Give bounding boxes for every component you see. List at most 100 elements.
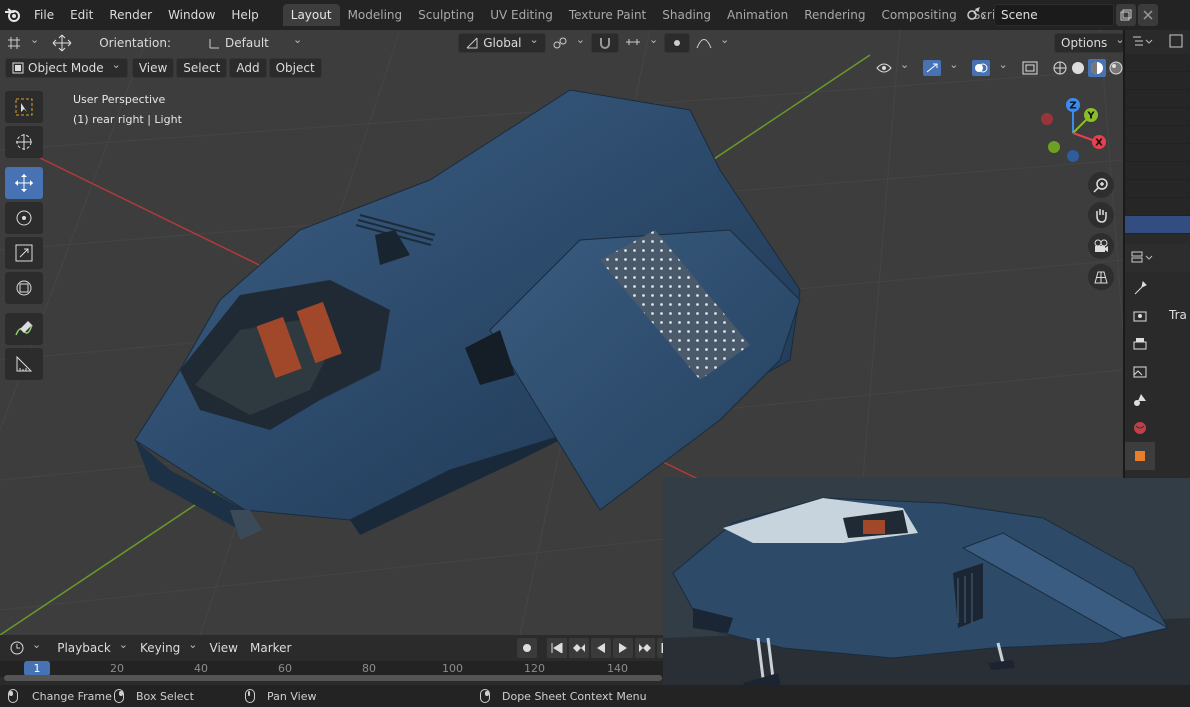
list-item[interactable] <box>1125 72 1190 90</box>
scale-tool-icon[interactable] <box>5 237 43 269</box>
tab-animation[interactable]: Animation <box>719 4 796 26</box>
properties-type-icon[interactable] <box>1131 250 1153 267</box>
pan-hand-icon[interactable] <box>1088 202 1114 228</box>
menu-marker[interactable]: Marker <box>244 638 297 658</box>
falloff-curve-icon[interactable] <box>690 33 735 53</box>
close-scene-icon[interactable] <box>1138 4 1158 26</box>
tool-settings-icon[interactable] <box>1125 274 1155 302</box>
options-dropdown[interactable]: Options <box>1054 33 1123 53</box>
menu-edit[interactable]: Edit <box>62 0 101 30</box>
scene-name-field[interactable]: Scene <box>994 4 1114 26</box>
gizmo-y-label[interactable]: Y <box>1086 111 1095 122</box>
new-scene-icon[interactable] <box>1116 4 1136 26</box>
list-item[interactable] <box>1125 198 1190 216</box>
wireframe-shading-icon[interactable] <box>1052 60 1068 76</box>
outliner-header <box>1125 30 1190 54</box>
gizmo-toggle-icon[interactable] <box>917 58 964 78</box>
outliner-type-icon[interactable] <box>1131 34 1153 51</box>
annotate-tool-icon[interactable] <box>5 313 43 345</box>
list-item[interactable] <box>1125 126 1190 144</box>
proportional-edit-icon[interactable] <box>664 33 691 53</box>
render-properties-icon[interactable] <box>1125 302 1155 330</box>
blender-logo-icon[interactable] <box>0 0 26 30</box>
transform-pivot-icon[interactable] <box>0 33 45 53</box>
tab-compositing[interactable]: Compositing <box>873 4 964 26</box>
menu-add[interactable]: Add <box>229 58 267 78</box>
navigation-gizmo[interactable]: Z Y X <box>1035 97 1115 177</box>
play-reverse-icon[interactable] <box>591 638 612 658</box>
timeline-scrollbar[interactable] <box>4 675 662 681</box>
viewport-header: Object Mode View Select Add Object <box>0 56 1123 80</box>
menu-timeline-view[interactable]: View <box>204 638 244 658</box>
viewport-tool-header: Orientation: Default Global Options <box>0 30 1123 56</box>
world-properties-icon[interactable] <box>1125 414 1155 442</box>
menu-keying[interactable]: Keying <box>134 638 204 658</box>
menu-file[interactable]: File <box>26 0 62 30</box>
transform-tool-icon[interactable] <box>5 272 43 304</box>
solid-shading-icon[interactable] <box>1070 60 1086 76</box>
gizmo-z-label[interactable]: Z <box>1069 101 1076 112</box>
camera-view-icon[interactable] <box>1088 233 1114 259</box>
menu-render[interactable]: Render <box>101 0 160 30</box>
transform-space-dropdown[interactable]: Global <box>458 33 546 53</box>
tab-modeling[interactable]: Modeling <box>340 4 411 26</box>
menu-window[interactable]: Window <box>160 0 223 30</box>
output-properties-icon[interactable] <box>1125 330 1155 358</box>
scene-icon[interactable] <box>966 6 988 25</box>
object-properties-icon[interactable] <box>1125 442 1155 470</box>
mode-dropdown[interactable]: Object Mode <box>5 58 128 78</box>
list-item[interactable] <box>1125 90 1190 108</box>
orientation-dropdown[interactable]: Default <box>201 33 308 53</box>
mouse-right-icon <box>480 689 490 703</box>
rendered-shading-icon[interactable] <box>1108 60 1123 76</box>
ruler-tick: 60 <box>278 662 292 675</box>
scene-properties-icon[interactable] <box>1125 386 1155 414</box>
cursor-tool-icon[interactable] <box>5 126 43 158</box>
move-tool-button-icon[interactable] <box>5 167 43 199</box>
ortho-grid-icon[interactable] <box>1088 264 1114 290</box>
snap-magnet-icon[interactable] <box>590 33 619 53</box>
jump-start-icon[interactable] <box>547 638 568 658</box>
play-icon[interactable] <box>613 638 634 658</box>
xray-toggle-icon[interactable] <box>1016 58 1044 78</box>
tab-layout[interactable]: Layout <box>282 4 340 26</box>
tab-sculpting[interactable]: Sculpting <box>410 4 482 26</box>
move-tool-icon[interactable] <box>45 33 79 53</box>
snap-target-icon[interactable] <box>619 33 664 53</box>
zoom-icon[interactable] <box>1088 172 1114 198</box>
menu-help[interactable]: Help <box>223 0 266 30</box>
tab-shading[interactable]: Shading <box>654 4 719 26</box>
measure-tool-icon[interactable] <box>5 348 43 380</box>
menu-select[interactable]: Select <box>176 58 228 78</box>
rotate-tool-icon[interactable] <box>5 202 43 234</box>
next-keyframe-icon[interactable] <box>635 638 656 658</box>
visibility-eye-icon[interactable] <box>870 58 915 78</box>
select-box-tool-icon[interactable] <box>5 91 43 123</box>
status-context-menu-label: Dope Sheet Context Menu <box>502 689 647 703</box>
list-item[interactable] <box>1125 54 1190 72</box>
current-frame-indicator[interactable]: 1 <box>24 661 50 676</box>
list-item[interactable] <box>1125 180 1190 198</box>
material-shading-icon[interactable] <box>1087 59 1106 77</box>
menu-view[interactable]: View <box>131 58 175 78</box>
gizmo-x-label[interactable]: X <box>1095 138 1103 149</box>
outliner-filter-icon[interactable] <box>1169 34 1183 51</box>
list-item[interactable] <box>1125 108 1190 126</box>
pivot-link-icon[interactable] <box>546 33 591 53</box>
status-box-select-label: Box Select <box>136 689 194 703</box>
overlay-toggle-icon[interactable] <box>966 58 1013 78</box>
mode-value: Object Mode <box>28 61 104 75</box>
record-icon[interactable] <box>517 638 538 658</box>
menu-playback[interactable]: Playback <box>51 638 134 658</box>
menu-object[interactable]: Object <box>268 58 322 78</box>
list-item[interactable] <box>1125 144 1190 162</box>
editor-type-clock-icon[interactable] <box>4 638 47 658</box>
tab-uv-editing[interactable]: UV Editing <box>482 4 561 26</box>
outliner-list[interactable] <box>1125 54 1190 234</box>
tab-texture-paint[interactable]: Texture Paint <box>561 4 654 26</box>
prev-keyframe-icon[interactable] <box>569 638 590 658</box>
tab-rendering[interactable]: Rendering <box>796 4 873 26</box>
list-item[interactable] <box>1125 162 1190 180</box>
mouse-right-drag-icon <box>114 689 124 703</box>
view-layer-icon[interactable] <box>1125 358 1155 386</box>
